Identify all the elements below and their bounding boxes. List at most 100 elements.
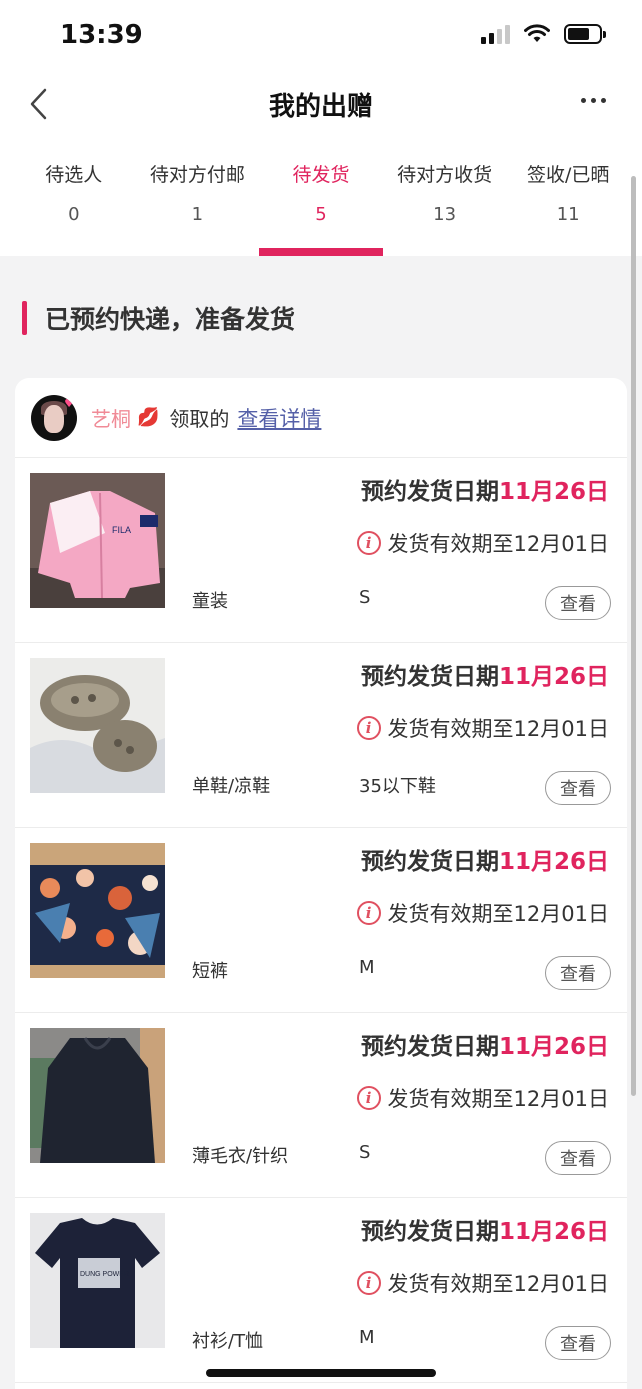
item-category: 薄毛衣/针织	[192, 1146, 289, 1167]
valid-until-line: i 发货有效期至 12月01日	[356, 1268, 609, 1298]
item-size: S	[359, 1142, 371, 1163]
item-size: M	[359, 957, 375, 978]
valid-until-value: 12月01日	[513, 902, 609, 926]
valid-until-value: 12月01日	[513, 1087, 609, 1111]
more-dots-icon	[581, 98, 586, 103]
list-item[interactable]: DUNG POWER 预约发货日期11月26日 i 发货有效期至 12月01日衬衫/T恤…	[15, 1198, 627, 1383]
item-size: 35以下鞋	[359, 776, 436, 797]
valid-until-value: 12月01日	[513, 717, 609, 741]
info-icon: i	[356, 531, 381, 555]
tab-label: 待对方收货	[397, 164, 493, 186]
giver-name[interactable]: 艺桐	[91, 403, 131, 432]
gift-card: ♥ 艺桐 💋 领取的 查看详情 FILA 预约发货日期11月26日 i 发货有效期至 1…	[15, 378, 627, 1389]
tab-count: 5	[315, 204, 327, 225]
ship-date-line: 预约发货日期11月26日	[361, 842, 609, 876]
tab-1[interactable]: 待对方付邮 1	[136, 160, 260, 256]
valid-until-label: 发货有效期至	[387, 1272, 514, 1296]
valid-until-label: 发货有效期至	[387, 717, 514, 741]
ship-date-line: 预约发货日期11月26日	[361, 1027, 609, 1061]
view-details-link[interactable]: 查看详情	[237, 403, 321, 433]
ship-date-label: 预约发货日期	[360, 1034, 499, 1060]
giver-suffix: 领取的	[169, 407, 230, 431]
item-thumbnail[interactable]	[30, 658, 165, 793]
ship-date-line: 预约发货日期11月26日	[361, 657, 609, 691]
valid-until-line: i 发货有效期至 12月01日	[356, 898, 609, 928]
section-header: 已预约快递，准备发货	[22, 296, 295, 340]
wifi-icon	[524, 24, 550, 42]
tab-3[interactable]: 待对方收货 13	[383, 160, 507, 256]
item-thumbnail[interactable]: DUNG POWER	[30, 1213, 165, 1348]
item-thumbnail[interactable]	[30, 1028, 165, 1163]
tab-count: 13	[433, 204, 457, 225]
info-icon: i	[356, 1086, 381, 1110]
section-title: 已预约快递，准备发货	[45, 305, 296, 334]
more-options-button[interactable]	[581, 92, 606, 109]
lips-emoji-icon: 💋	[137, 407, 160, 428]
valid-until-label: 发货有效期至	[387, 902, 514, 926]
ship-date-label: 预约发货日期	[360, 664, 499, 690]
tab-label: 签收/已晒	[526, 164, 610, 186]
tab-active-indicator	[259, 248, 383, 256]
view-button[interactable]: 查看	[545, 956, 611, 990]
item-category: 衬衫/T恤	[192, 1331, 264, 1352]
ship-date-label: 预约发货日期	[360, 849, 499, 875]
view-button[interactable]: 查看	[545, 1141, 611, 1175]
page-title: 我的出赠	[268, 92, 373, 122]
item-list: FILA 预约发货日期11月26日 i 发货有效期至 12月01日 童装 S 查看 预约发货日期…	[15, 458, 627, 1383]
ship-date-value: 11月26日	[498, 479, 609, 505]
ship-date-value: 11月26日	[498, 849, 609, 875]
ship-date-line: 预约发货日期11月26日	[361, 472, 609, 506]
tab-0[interactable]: 待选人 0	[12, 160, 136, 256]
svg-text:FILA: FILA	[112, 525, 131, 535]
info-icon: i	[356, 716, 381, 740]
tab-label: 待发货	[292, 164, 350, 186]
valid-until-label: 发货有效期至	[387, 1087, 514, 1111]
view-button[interactable]: 查看	[545, 1326, 611, 1360]
item-size: S	[359, 587, 371, 608]
item-category: 童装	[192, 591, 228, 612]
view-button[interactable]: 查看	[545, 586, 611, 620]
info-icon: i	[356, 1271, 381, 1295]
tab-count: 1	[191, 204, 204, 225]
info-icon: i	[356, 901, 381, 925]
list-item[interactable]: 预约发货日期11月26日 i 发货有效期至 12月01日短裤 M 查看	[15, 828, 627, 1013]
tab-label: 待选人	[45, 164, 103, 186]
status-time: 13:39	[60, 20, 143, 50]
battery-icon	[564, 24, 606, 44]
ship-date-value: 11月26日	[498, 664, 609, 690]
avatar[interactable]: ♥	[31, 394, 77, 441]
section-accent-bar	[22, 301, 27, 335]
navigation-bar: 我的出赠	[0, 72, 642, 136]
item-thumbnail[interactable]	[30, 843, 165, 978]
ship-date-line: 预约发货日期11月26日	[361, 1212, 609, 1246]
home-indicator[interactable]	[206, 1369, 436, 1377]
item-size: M	[359, 1327, 375, 1348]
valid-until-line: i 发货有效期至 12月01日	[356, 1083, 609, 1113]
valid-until-label: 发货有效期至	[387, 532, 514, 556]
item-thumbnail[interactable]: FILA	[30, 473, 165, 608]
ship-date-label: 预约发货日期	[360, 479, 499, 505]
item-category: 单鞋/凉鞋	[192, 776, 271, 797]
view-button[interactable]: 查看	[545, 771, 611, 805]
ship-date-label: 预约发货日期	[360, 1219, 499, 1245]
ship-date-value: 11月26日	[498, 1219, 609, 1245]
giver-row: ♥ 艺桐 💋 领取的 查看详情	[15, 378, 627, 458]
list-item[interactable]: FILA 预约发货日期11月26日 i 发货有效期至 12月01日童装 S 查看	[15, 458, 627, 643]
valid-until-value: 12月01日	[513, 532, 609, 556]
svg-text:DUNG POWER: DUNG POWER	[80, 1271, 129, 1278]
ship-date-value: 11月26日	[498, 1034, 609, 1060]
scrollbar[interactable]	[631, 176, 636, 1096]
tab-count: 11	[556, 204, 580, 225]
tab-4[interactable]: 签收/已晒 11	[506, 160, 630, 256]
list-item[interactable]: 预约发货日期11月26日 i 发货有效期至 12月01日单鞋/凉鞋 35以下鞋 查看	[15, 643, 627, 828]
valid-until-line: i 发货有效期至 12月01日	[356, 713, 609, 743]
list-item[interactable]: 预约发货日期11月26日 i 发货有效期至 12月01日薄毛衣/针织 S 查看	[15, 1013, 627, 1198]
cellular-signal-icon	[481, 24, 510, 44]
tab-count: 0	[68, 204, 80, 225]
tab-2[interactable]: 待发货 5	[259, 160, 383, 256]
status-icons	[481, 24, 606, 44]
status-bar: 13:39	[0, 0, 642, 72]
valid-until-line: i 发货有效期至 12月01日	[356, 528, 609, 558]
item-category: 短裤	[192, 961, 228, 982]
valid-until-value: 12月01日	[513, 1272, 609, 1296]
